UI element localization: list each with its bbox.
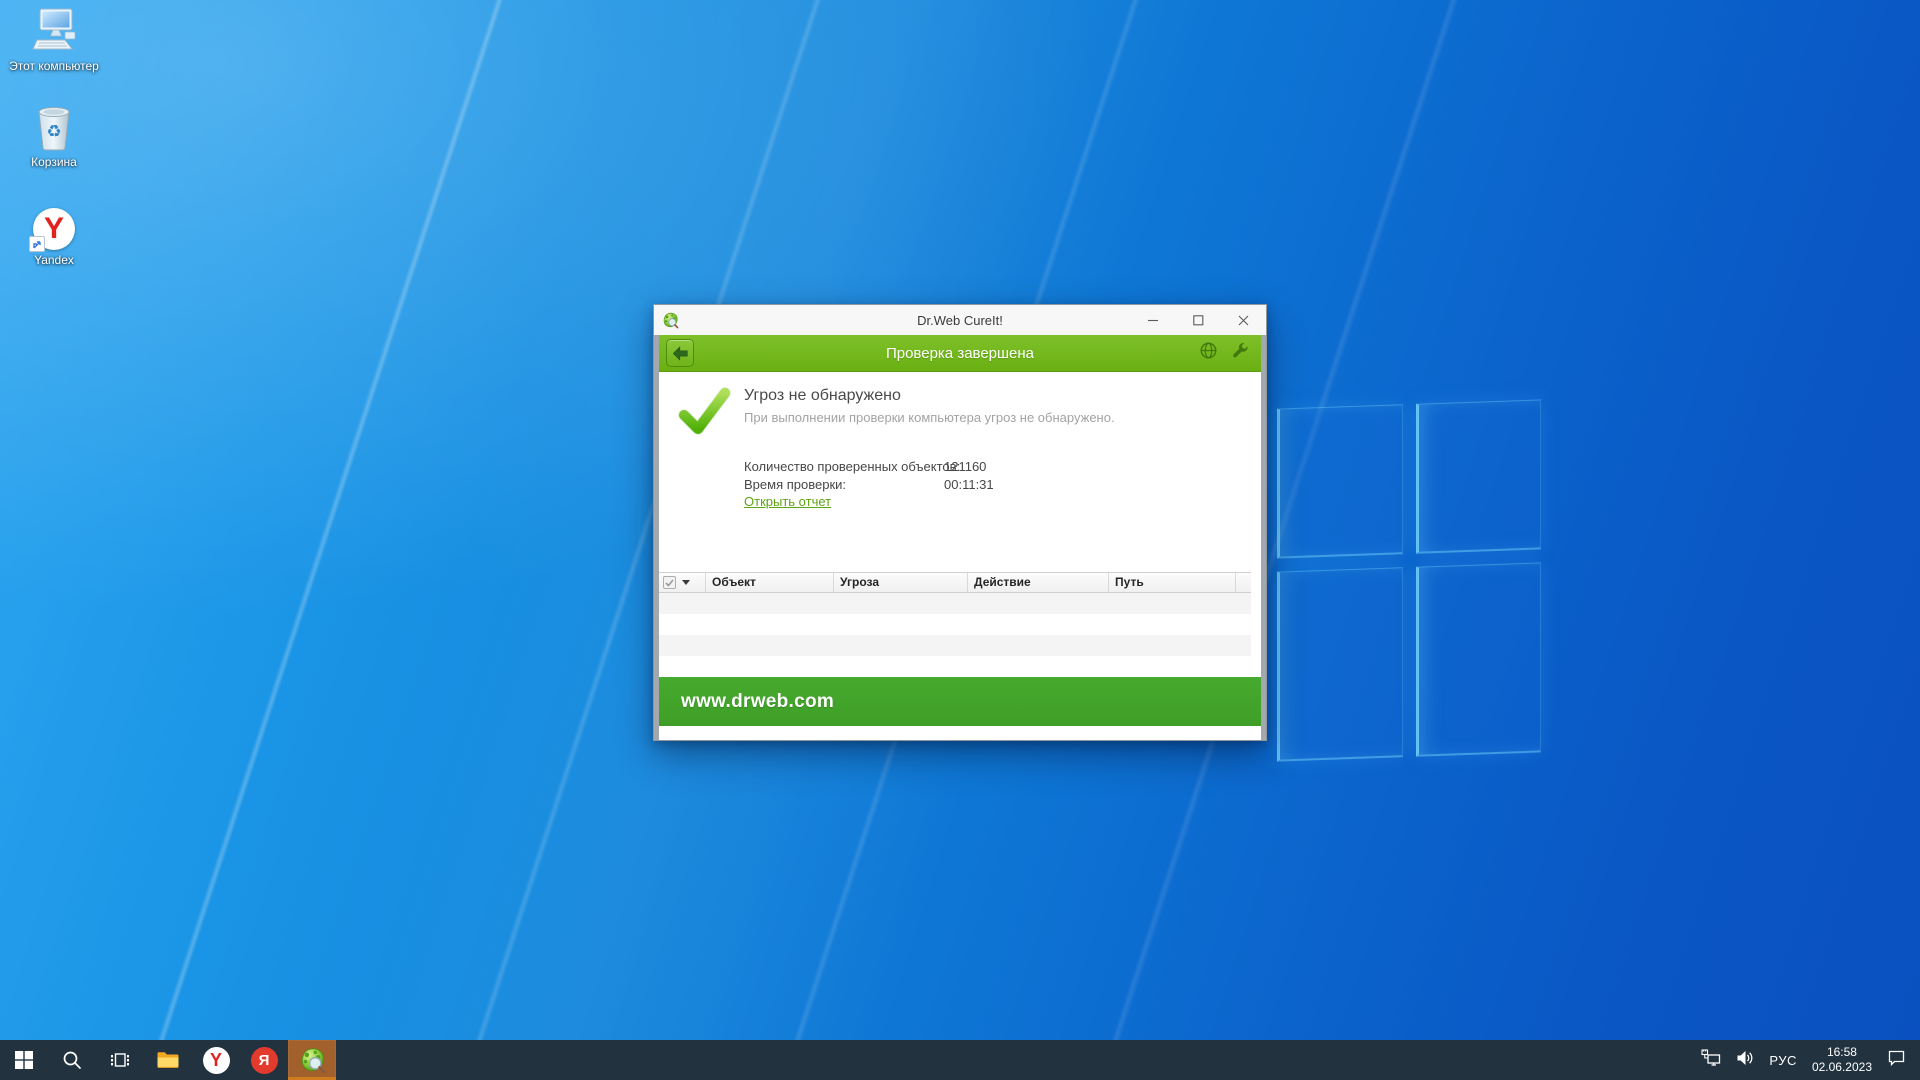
wallpaper-window-pane <box>1415 561 1541 757</box>
wrench-icon <box>1233 343 1248 358</box>
desktop-screen: Этот компьютер ♻ Корзина Y Yandex Dr.Web… <box>0 0 1920 1080</box>
taskbar-clock[interactable]: 16:58 02.06.2023 <box>1812 1045 1872 1075</box>
result-heading: Угроз не обнаружено <box>744 387 901 404</box>
yandex-browser-icon: Y <box>202 1046 230 1074</box>
table-row <box>659 593 1251 614</box>
window-footer-banner: www.drweb.com <box>659 677 1261 726</box>
recycle-bin-icon: ♻ <box>4 102 104 152</box>
scan-result-panel: Угроз не обнаружено При выполнении прове… <box>659 372 1261 677</box>
close-button[interactable] <box>1221 305 1266 335</box>
search-icon <box>63 1051 81 1069</box>
result-description: При выполнении проверки компьютера угроз… <box>744 410 1115 425</box>
drweb-cureit-taskbar-button[interactable] <box>288 1040 336 1080</box>
stat-duration-label: Время проверки: <box>744 477 847 492</box>
volume-tray-icon[interactable] <box>1736 1050 1754 1071</box>
clock-time: 16:58 <box>1826 1045 1857 1059</box>
desktop-icon-label: Yandex <box>34 253 74 267</box>
open-report-link[interactable]: Открыть отчет <box>744 494 831 509</box>
column-header-object[interactable]: Объект <box>706 573 834 592</box>
drweb-cureit-icon <box>301 1047 325 1073</box>
clock-date: 02.06.2023 <box>1811 1060 1872 1074</box>
desktop-icon-label: Этот компьютер <box>9 59 99 73</box>
stat-objects-value: 121160 <box>944 459 987 474</box>
globe-icon <box>1200 342 1217 359</box>
selection-dropdown-arrow[interactable] <box>682 580 690 585</box>
back-button[interactable] <box>666 339 694 367</box>
network-tray-icon[interactable] <box>1701 1049 1721 1071</box>
results-table-header: Объект Угроза Действие Путь <box>659 572 1251 593</box>
success-checkmark-icon <box>675 384 733 445</box>
wallpaper-window-pane <box>1415 399 1541 554</box>
desktop-icon-yandex[interactable]: Y Yandex <box>4 200 104 267</box>
start-button[interactable] <box>0 1040 48 1080</box>
maximize-button[interactable] <box>1176 305 1221 335</box>
task-view-button[interactable] <box>96 1040 144 1080</box>
window-frame-right <box>1261 335 1266 740</box>
minimize-button[interactable] <box>1131 305 1176 335</box>
table-row <box>659 614 1251 635</box>
drweb-site-link[interactable]: www.drweb.com <box>681 691 834 713</box>
desktop-icon-recycle-bin[interactable]: ♻ Корзина <box>4 102 104 169</box>
back-arrow-icon <box>672 345 688 361</box>
scan-status-header: Проверка завершена <box>659 335 1261 372</box>
column-header-path[interactable]: Путь <box>1109 573 1236 592</box>
drweb-cureit-window: Dr.Web CureIt! Проверка завершена Угроз … <box>653 304 1267 741</box>
select-all-checkbox[interactable] <box>663 576 676 589</box>
stat-objects-label: Количество проверенных объектов: <box>744 459 961 474</box>
language-globe-button[interactable] <box>1199 341 1218 365</box>
file-explorer-icon <box>157 1052 179 1068</box>
settings-wrench-button[interactable] <box>1230 341 1249 365</box>
action-center-button[interactable] <box>1887 1049 1906 1071</box>
yandex-app-icon: Я <box>250 1046 278 1074</box>
this-pc-icon <box>4 6 104 56</box>
window-bottom-strip <box>659 726 1261 740</box>
table-row <box>659 635 1251 656</box>
column-header-action[interactable]: Действие <box>968 573 1109 592</box>
action-center-icon <box>1888 1050 1905 1067</box>
desktop-icon-label: Корзина <box>31 155 77 169</box>
column-header-threat[interactable]: Угроза <box>834 573 968 592</box>
wallpaper-window-pane <box>1277 566 1403 762</box>
taskbar: Y Я РУС 16:58 02.06.2023 <box>0 1040 1920 1080</box>
language-indicator[interactable]: РУС <box>1769 1053 1797 1068</box>
wallpaper-windows-logo <box>1277 399 1541 762</box>
window-titlebar: Dr.Web CureIt! <box>654 305 1266 335</box>
yandex-letter: Y <box>43 212 64 245</box>
select-all-header-cell <box>659 573 706 592</box>
file-explorer-button[interactable] <box>144 1040 192 1080</box>
desktop-icon-this-pc[interactable]: Этот компьютер <box>4 6 104 73</box>
task-view-icon <box>111 1053 129 1067</box>
yandex-browser-taskbar-button[interactable]: Y <box>192 1040 240 1080</box>
table-row <box>659 656 1251 677</box>
column-header-spacer <box>1236 573 1251 592</box>
yandex-browser-icon: Y <box>4 200 104 252</box>
yandex-app-taskbar-button[interactable]: Я <box>240 1040 288 1080</box>
windows-logo-icon <box>15 1051 33 1069</box>
search-button[interactable] <box>48 1040 96 1080</box>
scan-status-title: Проверка завершена <box>885 344 1035 362</box>
results-table-body <box>659 593 1251 677</box>
wallpaper-window-pane <box>1277 404 1403 559</box>
stat-duration-value: 00:11:31 <box>944 477 994 492</box>
shortcut-arrow-icon <box>29 236 45 252</box>
recycle-glyph: ♻ <box>46 122 61 141</box>
